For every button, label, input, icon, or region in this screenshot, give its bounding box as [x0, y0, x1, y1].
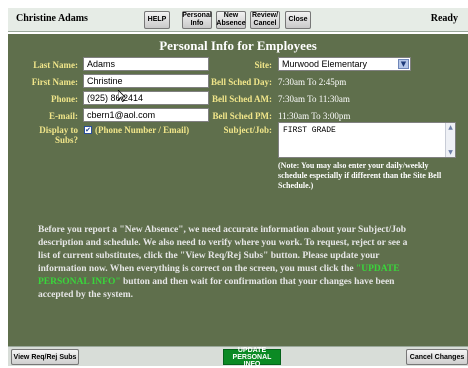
first-name-field[interactable]: Christine [83, 74, 209, 88]
personal-info-button[interactable]: Personal Info [182, 11, 212, 29]
subject-value: FIRST GRADE [283, 126, 336, 135]
bell-am-value: 7:30am To 11:30am [278, 94, 350, 104]
cancel-changes-button[interactable]: Cancel Changes [406, 349, 468, 365]
bell-pm-value: 11:30am To 3:00pm [278, 111, 351, 121]
page-title: Personal Info for Employees [159, 38, 317, 53]
view-req-rej-subs-button[interactable]: View Req/Rej Subs [11, 349, 79, 365]
instructions-text: Before you report a "New Absence", we ne… [38, 225, 408, 300]
bell-day-value: 7:30am To 2:45pm [278, 77, 347, 87]
mouse-cursor-icon [118, 90, 126, 102]
help-button[interactable]: HELP [144, 11, 170, 29]
update-personal-info-button[interactable]: UPDATE PERSONAL INFO [223, 347, 281, 368]
status-text: Ready [430, 13, 458, 24]
last-name-label: Last Name: [33, 60, 78, 70]
chevron-up-icon[interactable]: ▲ [446, 123, 455, 132]
close-button[interactable]: Close [285, 11, 311, 29]
subject-textarea[interactable]: FIRST GRADE ▲ ▼ [278, 122, 456, 158]
email-field[interactable]: cbern1@aol.com [83, 108, 209, 122]
chevron-down-icon[interactable]: ▼ [398, 59, 409, 69]
bell-pm-label: Bell Sched PM: [212, 111, 273, 121]
email-label: E-mail: [49, 111, 78, 121]
personal-info-window: Christine Adams HELP Personal Info New A… [0, 0, 468, 368]
review-cancel-button[interactable]: Review/ Cancel [250, 11, 280, 29]
textarea-scrollbar[interactable]: ▲ ▼ [445, 123, 455, 157]
first-name-label: First Name: [31, 77, 78, 87]
site-value: Murwood Elementary [282, 59, 368, 69]
bell-day-label: Bell Sched Day: [210, 77, 272, 87]
new-absence-button[interactable]: New Absence [216, 11, 246, 29]
schedule-note: (Note: You may also enter your daily/wee… [278, 161, 442, 190]
display-option-text: (Phone Number / Email) [95, 125, 190, 135]
top-toolbar: Christine Adams HELP Personal Info New A… [8, 8, 468, 32]
bell-am-label: Bell Sched AM: [212, 94, 272, 104]
user-name: Christine Adams [16, 13, 88, 24]
last-name-field[interactable]: Adams [83, 57, 209, 71]
site-select[interactable]: Murwood Elementary ▼ [278, 57, 411, 71]
phone-field[interactable]: (925) 86 2414 [83, 91, 209, 105]
chevron-down-icon[interactable]: ▼ [446, 148, 455, 157]
display-to-subs-checkbox[interactable]: ✔ [84, 126, 92, 134]
phone-label: Phone: [51, 94, 78, 104]
subject-label: Subject/Job: [223, 125, 272, 135]
display-to-subs-label: Display to Subs? [39, 125, 78, 145]
site-label: Site: [254, 60, 273, 70]
